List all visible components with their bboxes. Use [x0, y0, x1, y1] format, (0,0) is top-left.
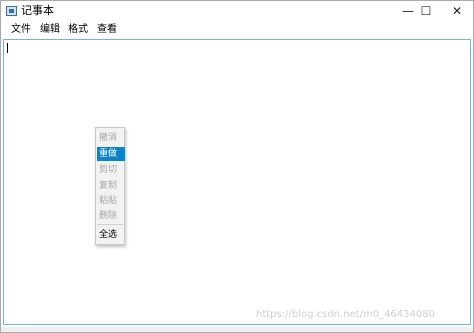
context-menu: 撤消 重做 剪切 复制 粘贴 删除 全选: [95, 127, 125, 245]
ctx-separator: [97, 224, 123, 225]
maximize-button[interactable]: ☐: [409, 1, 443, 21]
notepad-window: 记事本 — ☐ ✕ 文件 编辑 格式 查看 撤消 重做 剪切 复制 粘贴 删除 …: [0, 0, 474, 333]
ctx-paste[interactable]: 粘贴: [97, 194, 125, 208]
menu-edit[interactable]: 编辑: [40, 23, 60, 37]
ctx-delete[interactable]: 删除: [97, 209, 125, 223]
close-button[interactable]: ✕: [441, 1, 473, 21]
menu-view[interactable]: 查看: [97, 23, 117, 37]
ctx-redo[interactable]: 重做: [97, 147, 125, 161]
text-editor-area[interactable]: [3, 39, 471, 325]
ctx-cut[interactable]: 剪切: [97, 163, 125, 177]
ctx-copy[interactable]: 复制: [97, 179, 125, 193]
title-bar[interactable]: 记事本 — ☐ ✕: [1, 1, 473, 21]
ctx-select-all[interactable]: 全选: [97, 228, 125, 242]
menu-format[interactable]: 格式: [68, 23, 88, 37]
text-caret: [7, 43, 8, 53]
bottom-edge: [1, 327, 473, 332]
notepad-app-icon: [6, 6, 17, 16]
window-title: 记事本: [21, 4, 54, 17]
menu-file[interactable]: 文件: [11, 23, 31, 37]
ctx-undo[interactable]: 撤消: [97, 131, 125, 145]
menu-bar: 文件 编辑 格式 查看: [1, 22, 473, 38]
watermark-text: https://blog.csdn.net/m0_46434080: [256, 309, 435, 320]
